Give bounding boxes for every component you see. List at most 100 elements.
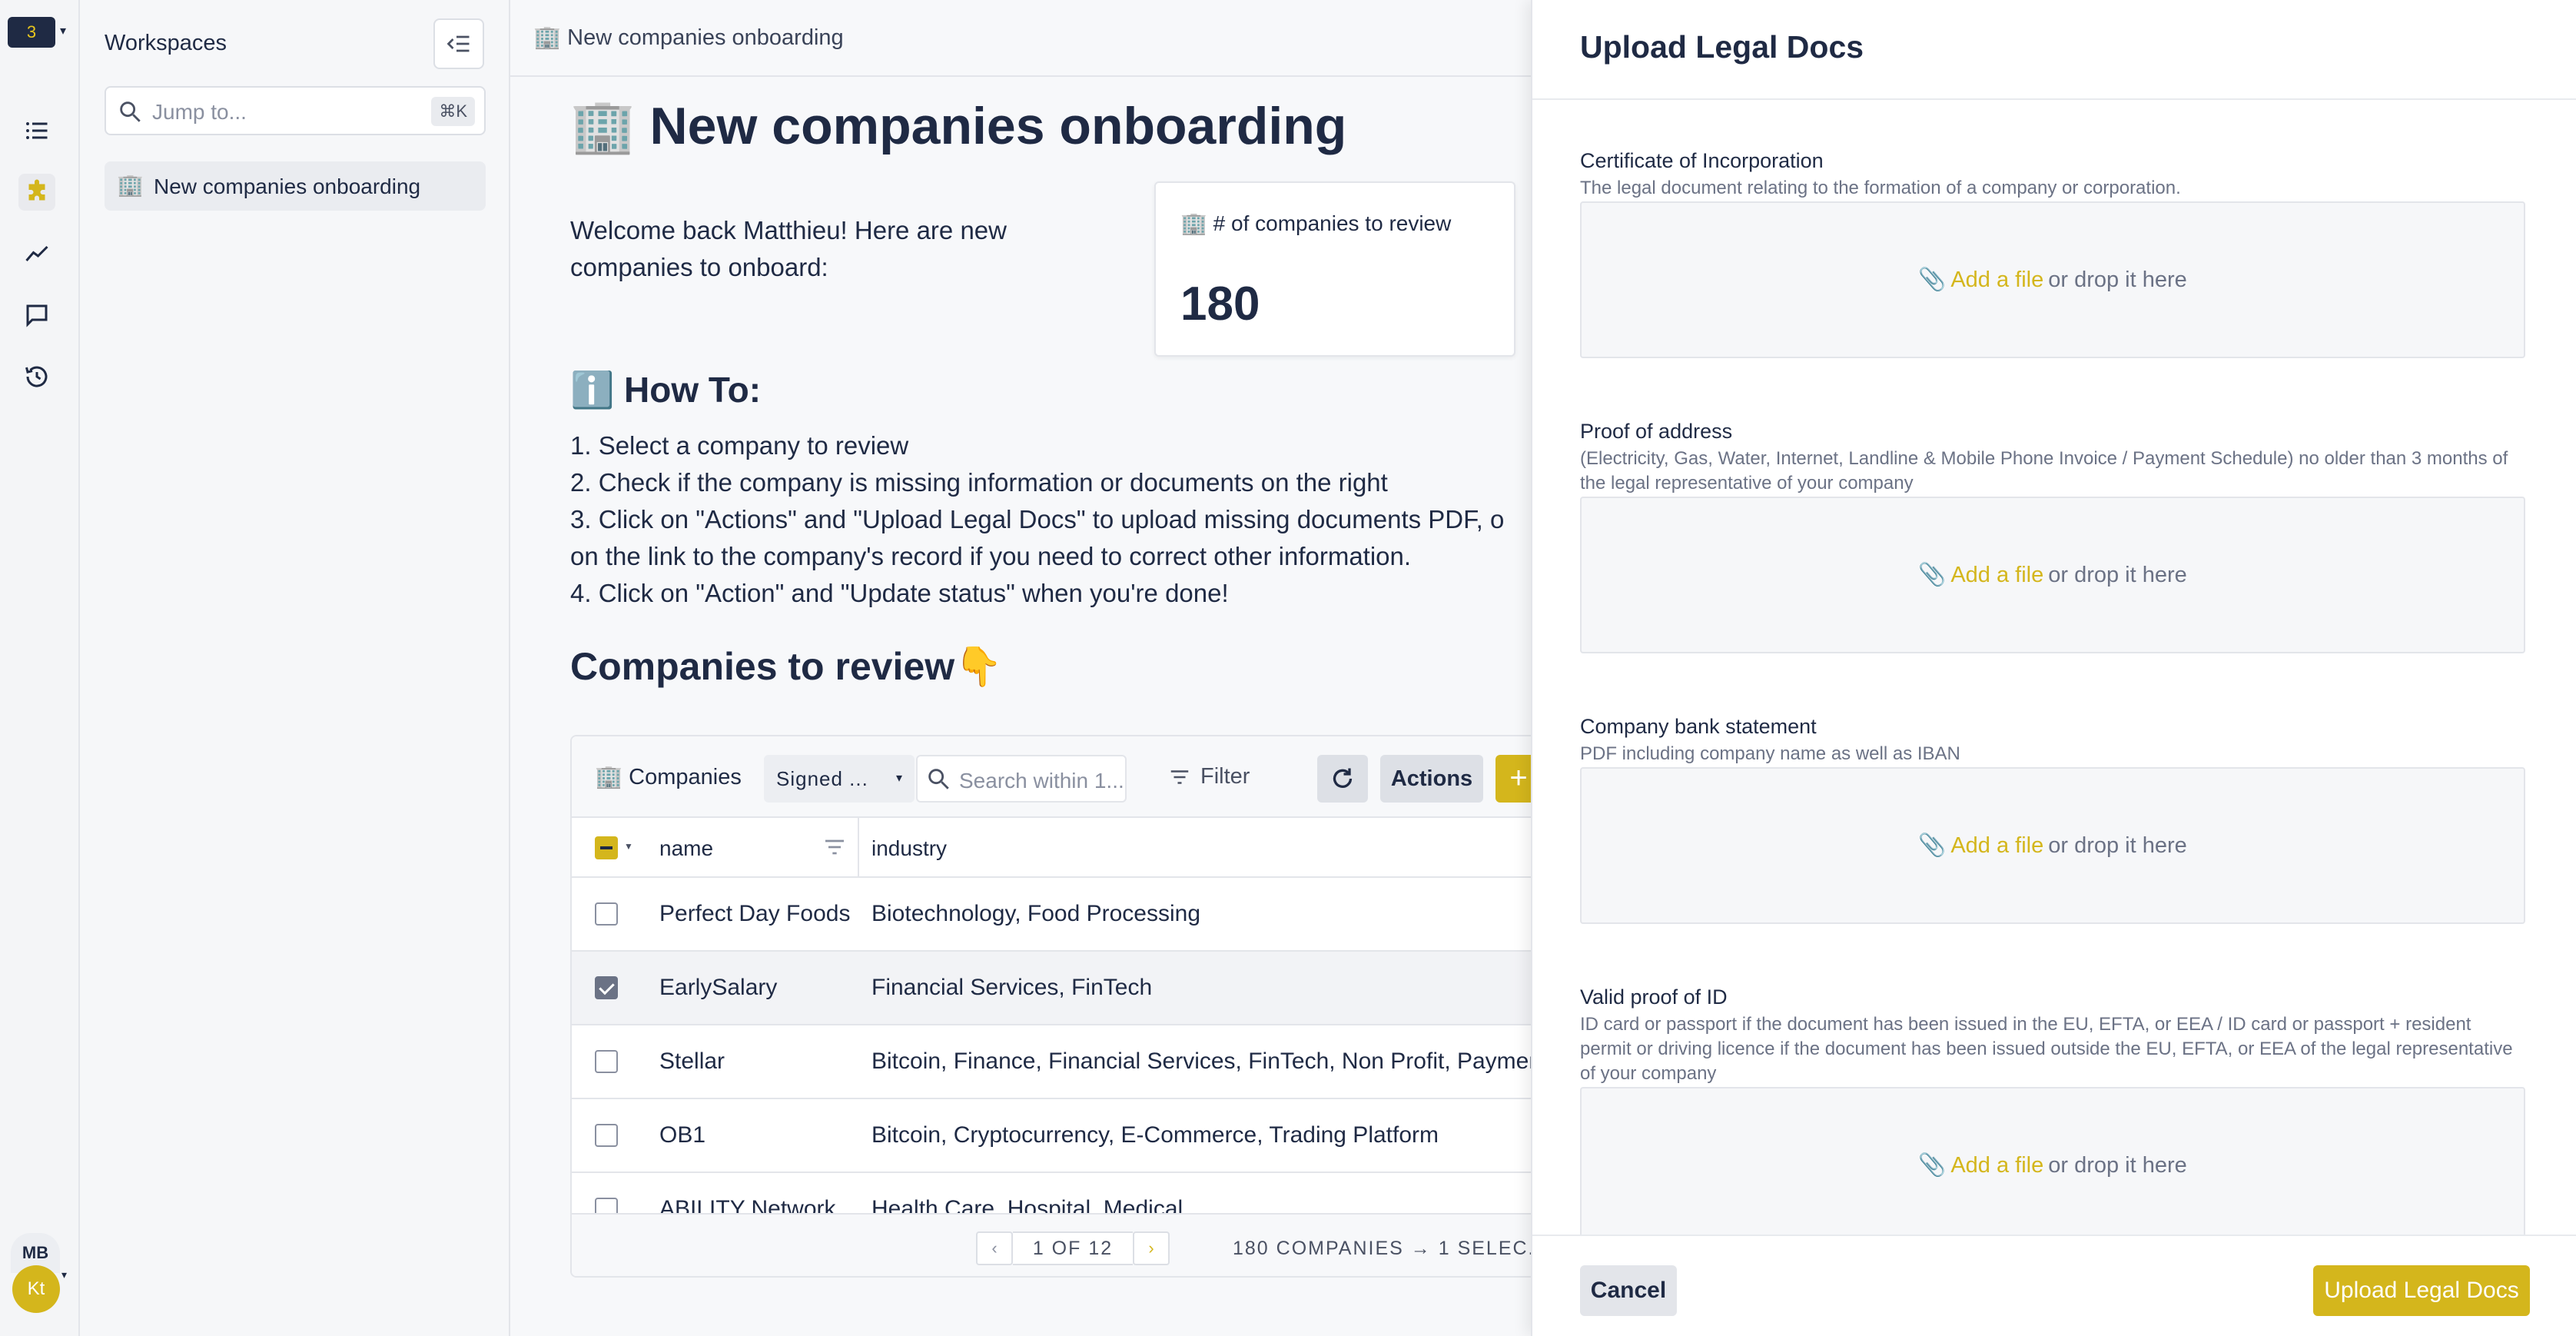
step-line: 2. Check if the company is missing infor… xyxy=(570,468,1388,497)
column-header-name[interactable]: name xyxy=(659,836,713,861)
paperclip-icon: 📎 xyxy=(1918,833,1947,858)
list-icon[interactable] xyxy=(18,112,55,149)
table-row[interactable]: OB1 Bitcoin, Cryptocurrency, E-Commerce,… xyxy=(572,1099,1531,1173)
drop-text: or drop it here xyxy=(2048,833,2187,858)
main-content: 🏢 New companies onboarding 🏢 New compani… xyxy=(510,0,1531,1336)
workspaces-title: Workspaces xyxy=(105,31,227,55)
search-icon xyxy=(120,101,141,122)
field-proof-of-address: Proof of address (Electricity, Gas, Wate… xyxy=(1580,420,2525,496)
file-dropzone[interactable]: 📎 Add a file or drop it here xyxy=(1580,201,2525,358)
chevron-down-icon[interactable]: ▾ xyxy=(60,23,66,38)
field-label: Valid proof of ID xyxy=(1580,985,1728,1009)
field-description: ID card or passport if the document has … xyxy=(1580,1014,2513,1084)
step-line: on the link to the company's record if y… xyxy=(570,542,1412,570)
welcome-text: Welcome back Matthieu! Here are new comp… xyxy=(570,216,1007,281)
workspace-item-new-companies[interactable]: 🏢 New companies onboarding xyxy=(105,161,486,211)
add-record-button[interactable]: + xyxy=(1495,755,1531,803)
collapse-sidebar-button[interactable] xyxy=(433,18,484,69)
add-file-link[interactable]: Add a file xyxy=(1950,268,2043,293)
step-line: 4. Click on "Action" and "Update status"… xyxy=(570,579,1229,607)
howto-steps: 1. Select a company to review 2. Check i… xyxy=(570,427,1531,612)
page-indicator: 1 OF 12 xyxy=(1013,1231,1133,1265)
column-divider[interactable] xyxy=(858,818,859,878)
stat-card: 🏢 # of companies to review 180 xyxy=(1154,181,1515,357)
cancel-button[interactable]: Cancel xyxy=(1580,1265,1677,1316)
chart-icon[interactable] xyxy=(18,235,55,272)
upload-legal-docs-button[interactable]: Upload Legal Docs xyxy=(2313,1265,2530,1316)
paperclip-icon: 📎 xyxy=(1918,563,1947,587)
field-proof-of-id: Valid proof of ID ID card or passport if… xyxy=(1580,985,2525,1086)
row-checkbox[interactable] xyxy=(595,976,618,999)
step-line: 1. Select a company to review xyxy=(570,431,909,460)
companies-grid: 🏢 Companies Signed ... ▾ Search within 1… xyxy=(570,735,1531,1278)
workspaces-panel: Workspaces Jump to... ⌘K 🏢 New companies… xyxy=(80,0,510,1336)
grid-footer: ‹ 1 OF 12 › 180 COMPANIES → 1 SELEC... xyxy=(572,1213,1531,1276)
workspace-logo[interactable]: 3 xyxy=(8,17,55,48)
column-filter-icon[interactable] xyxy=(822,835,847,859)
panel-title: Upload Legal Docs xyxy=(1580,29,1864,65)
filter-label: Filter xyxy=(1200,764,1250,789)
collapse-icon xyxy=(446,35,470,52)
cell-industry: Biotechnology, Food Processing xyxy=(871,901,1201,926)
table-row[interactable]: Stellar Bitcoin, Finance, Financial Serv… xyxy=(572,1025,1531,1099)
row-checkbox[interactable] xyxy=(595,1124,618,1147)
prev-page-button[interactable]: ‹ xyxy=(976,1231,1013,1265)
select-all-checkbox[interactable] xyxy=(595,836,618,859)
cell-industry: Bitcoin, Cryptocurrency, E-Commerce, Tra… xyxy=(871,1122,1439,1148)
building-icon: 🏢 xyxy=(117,173,144,197)
chevron-down-icon[interactable]: ▼ xyxy=(624,841,633,852)
row-checkbox[interactable] xyxy=(595,902,618,926)
panel-header: Upload Legal Docs xyxy=(1532,0,2576,100)
field-bank-statement: Company bank statement PDF including com… xyxy=(1580,715,2525,766)
field-description: PDF including company name as well as IB… xyxy=(1580,743,1960,764)
refresh-button[interactable] xyxy=(1317,755,1368,803)
add-file-link[interactable]: Add a file xyxy=(1950,563,2043,588)
grid-header: ▼ name industry xyxy=(572,818,1531,878)
cell-name[interactable]: EarlySalary xyxy=(659,975,859,1001)
workspace-avatar[interactable]: Kt xyxy=(12,1265,60,1313)
icon-rail: 3 ▾ MB Kt ▾ xyxy=(0,0,80,1336)
page-title: 🏢 New companies onboarding xyxy=(570,97,1347,155)
drop-text: or drop it here xyxy=(2048,562,2187,587)
paperclip-icon: 📎 xyxy=(1918,1153,1947,1178)
view-selector[interactable]: Signed ... ▾ xyxy=(764,755,915,803)
history-icon[interactable] xyxy=(18,358,55,395)
field-label: Company bank statement xyxy=(1580,715,1817,738)
field-certificate: Certificate of Incorporation The legal d… xyxy=(1580,149,2525,201)
puzzle-icon[interactable] xyxy=(18,174,55,211)
chat-icon[interactable] xyxy=(18,297,55,334)
actions-button[interactable]: Actions xyxy=(1380,755,1483,803)
file-dropzone[interactable]: 📎 Add a file or drop it here xyxy=(1580,497,2525,653)
table-row[interactable]: EarlySalary Financial Services, FinTech xyxy=(572,952,1531,1025)
workspace-item-label: New companies onboarding xyxy=(154,174,421,198)
breadcrumb[interactable]: 🏢 New companies onboarding xyxy=(533,25,844,51)
table-row[interactable]: Perfect Day Foods Biotechnology, Food Pr… xyxy=(572,878,1531,952)
howto-title: ℹ️ How To: xyxy=(570,370,762,410)
step-line: 3. Click on "Actions" and "Upload Legal … xyxy=(570,505,1505,533)
panel-footer: Cancel Upload Legal Docs xyxy=(1532,1235,2576,1336)
view-label: Signed ... xyxy=(776,767,868,790)
add-file-link[interactable]: Add a file xyxy=(1950,1153,2043,1178)
paperclip-icon: 📎 xyxy=(1918,268,1947,292)
filter-button[interactable]: Filter xyxy=(1168,764,1250,789)
column-header-industry[interactable]: industry xyxy=(871,836,947,861)
cell-industry: Bitcoin, Finance, Financial Services, Fi… xyxy=(871,1049,1531,1074)
chevron-down-icon: ▾ xyxy=(895,772,902,785)
cell-name[interactable]: Stellar xyxy=(659,1049,859,1075)
jump-to-search[interactable]: Jump to... ⌘K xyxy=(105,86,486,135)
search-placeholder: Jump to... xyxy=(152,100,247,124)
cell-name[interactable]: Perfect Day Foods xyxy=(659,901,859,927)
field-label: Proof of address xyxy=(1580,420,1733,443)
add-file-link[interactable]: Add a file xyxy=(1950,833,2043,859)
row-checkbox[interactable] xyxy=(595,1050,618,1073)
refresh-icon xyxy=(1333,768,1353,788)
grid-toolbar: 🏢 Companies Signed ... ▾ Search within 1… xyxy=(572,736,1531,818)
file-dropzone[interactable]: 📎 Add a file or drop it here xyxy=(1580,767,2525,924)
search-icon xyxy=(928,769,949,789)
file-dropzone[interactable]: 📎 Add a file or drop it here xyxy=(1580,1087,2525,1244)
chevron-down-icon[interactable]: ▾ xyxy=(61,1268,67,1281)
drop-text: or drop it here xyxy=(2048,267,2187,292)
grid-search-input[interactable]: Search within 1... xyxy=(916,755,1127,803)
next-page-button[interactable]: › xyxy=(1133,1231,1170,1265)
cell-name[interactable]: OB1 xyxy=(659,1122,859,1148)
